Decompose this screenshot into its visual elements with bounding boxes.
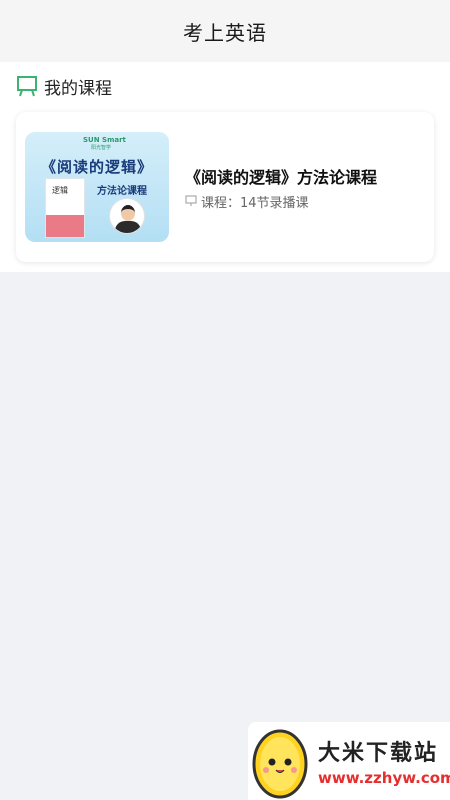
section-header: 我的课程 <box>16 68 434 104</box>
my-courses-panel: 我的课程 SUN Smart 阳光智学 《阅读的逻辑》 逻辑 方法论课程 《阅读… <box>0 62 450 272</box>
course-meta-text: 课程：14节录播课 <box>201 195 309 211</box>
mascot-icon <box>248 722 312 800</box>
screen-icon <box>185 195 197 207</box>
app-header: 考上英语 <box>0 0 450 62</box>
presentation-board-icon <box>16 75 38 97</box>
page-title: 考上英语 <box>183 20 267 45</box>
course-meta: 课程：14节录播课 <box>185 192 377 211</box>
thumbnail-logo-sub: 阳光智学 <box>91 145 112 151</box>
course-name: 《阅读的逻辑》方法论课程 <box>185 167 378 187</box>
watermark-title: 大米下载站 <box>318 741 439 766</box>
thumbnail-logo: SUN Smart <box>83 136 126 144</box>
watermark-text: 大米下载站 www.zzhyw.com <box>318 735 450 787</box>
course-thumbnail: SUN Smart 阳光智学 《阅读的逻辑》 逻辑 方法论课程 <box>25 132 169 242</box>
instructor-avatar <box>109 198 145 234</box>
watermark-badge: 大米下载站 www.zzhyw.com <box>248 722 450 800</box>
course-info: 《阅读的逻辑》方法论课程 课程：14节录播课 <box>185 164 377 211</box>
book-cover: 逻辑 <box>45 178 85 238</box>
section-title: 我的课程 <box>44 78 112 99</box>
book-cover-text: 逻辑 <box>52 186 68 195</box>
watermark-url: www.zzhyw.com <box>318 769 450 787</box>
thumbnail-title: 《阅读的逻辑》 <box>40 158 153 176</box>
course-card[interactable]: SUN Smart 阳光智学 《阅读的逻辑》 逻辑 方法论课程 《阅读的逻辑》方… <box>16 112 434 262</box>
thumbnail-subtitle: 方法论课程 <box>97 186 147 197</box>
book-cover-band <box>46 215 84 237</box>
